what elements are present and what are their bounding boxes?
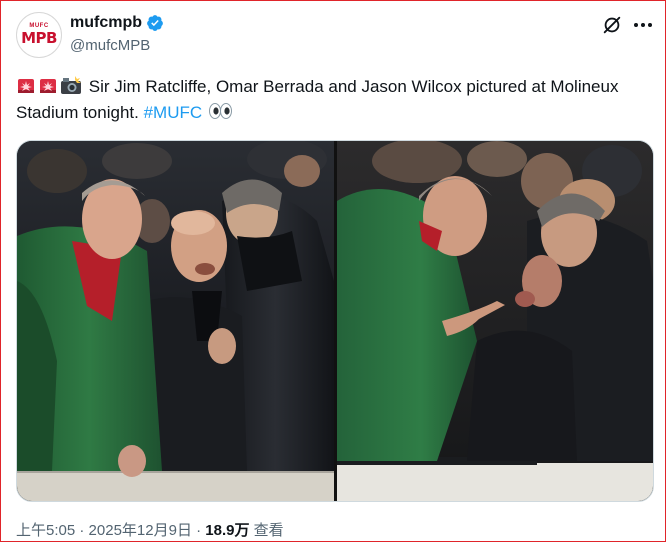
- media-grid: [16, 140, 654, 502]
- siren-icon: [40, 79, 56, 93]
- tweet-time[interactable]: 上午5:05: [16, 522, 75, 539]
- camera-flash-icon: [61, 76, 81, 94]
- hashtag-link[interactable]: #MUFC: [144, 103, 203, 122]
- tweet-date[interactable]: 2025年12月9日: [89, 522, 192, 539]
- views-label: 查看: [253, 522, 284, 539]
- handle[interactable]: @mufcMPB: [70, 37, 150, 54]
- meta-separator-2: ·: [191, 522, 206, 539]
- photo-right[interactable]: [337, 141, 653, 501]
- photo-left[interactable]: [17, 141, 334, 501]
- tweet-meta: 上午5:05 · 2025年12月9日 · 18.9万 查看: [16, 519, 284, 540]
- avatar-logo: MPB: [21, 29, 57, 47]
- meta-separator: ·: [75, 522, 89, 539]
- avatar[interactable]: MUFC MPB: [16, 12, 62, 58]
- avatar-subtext: MUFC: [29, 23, 49, 29]
- verified-badge-icon: [147, 15, 163, 31]
- tweet-body: Sir Jim Ratcliffe, Omar Berrada and Jaso…: [16, 77, 619, 122]
- eyes-icon: [208, 103, 232, 119]
- display-name[interactable]: mufcmpb: [70, 14, 142, 32]
- siren-icon: [18, 79, 34, 93]
- tweet-text: Sir Jim Ratcliffe, Omar Berrada and Jaso…: [16, 74, 646, 126]
- grok-icon[interactable]: [601, 14, 623, 36]
- display-name-row[interactable]: mufcmpb: [70, 14, 164, 32]
- more-icon[interactable]: [632, 14, 654, 36]
- views-count: 18.9万: [205, 522, 250, 539]
